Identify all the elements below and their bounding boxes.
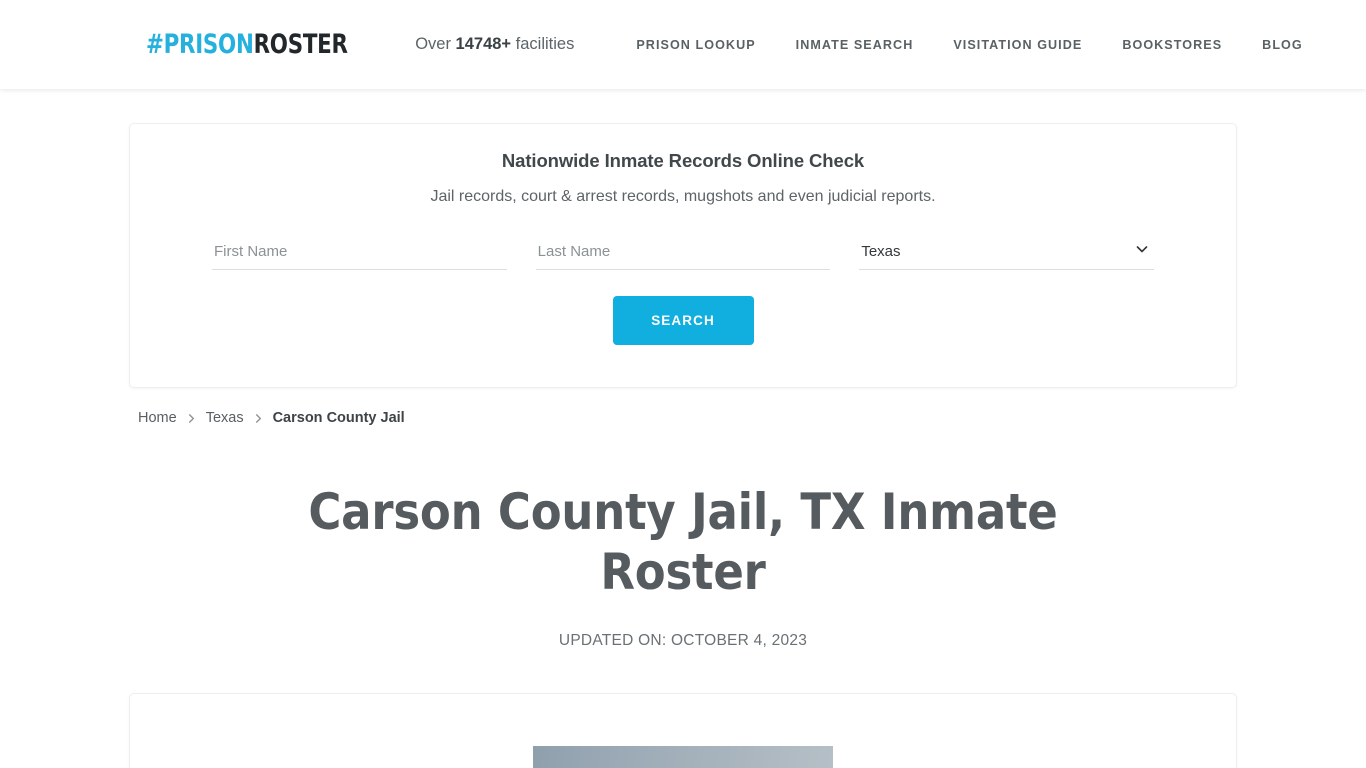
page-title: Carson County Jail, TX Inmate Roster bbox=[308, 483, 1058, 601]
chevron-right-icon bbox=[186, 413, 197, 424]
search-button-row: SEARCH bbox=[160, 296, 1206, 345]
nav-item-blog[interactable]: BLOG bbox=[1242, 38, 1323, 52]
nav-item-inmate-search[interactable]: INMATE SEARCH bbox=[776, 38, 934, 52]
page-body: Nationwide Inmate Records Online Check J… bbox=[0, 123, 1366, 768]
breadcrumb-item-current: Carson County Jail bbox=[272, 410, 405, 426]
breadcrumb: Home Texas Carson County Jail bbox=[129, 410, 1237, 426]
facility-detail-card bbox=[129, 693, 1237, 768]
site-logo[interactable]: #PRISONROSTER bbox=[146, 31, 348, 58]
last-name-input[interactable] bbox=[535, 239, 831, 270]
facilities-number: 14748+ bbox=[455, 35, 512, 53]
updated-on-text: UPDATED ON: OCTOBER 4, 2023 bbox=[558, 632, 808, 649]
chevron-right-icon-2 bbox=[253, 413, 264, 424]
search-card-subtitle: Jail records, court & arrest records, mu… bbox=[430, 188, 936, 205]
main-navigation: PRISON LOOKUP INMATE SEARCH VISITATION G… bbox=[616, 38, 1322, 52]
facilities-prefix: Over bbox=[415, 35, 456, 53]
nav-item-visitation-guide[interactable]: VISITATION GUIDE bbox=[933, 38, 1102, 52]
content-container: Nationwide Inmate Records Online Check J… bbox=[129, 123, 1237, 768]
state-select[interactable]: Texas bbox=[859, 239, 1155, 270]
logo-suffix: ROSTER bbox=[253, 29, 348, 60]
breadcrumb-item-home[interactable]: Home bbox=[138, 410, 177, 426]
search-fields-row: Texas bbox=[160, 239, 1206, 270]
facilities-count-text: Over 14748+ facilities bbox=[415, 35, 574, 54]
site-header: #PRISONROSTER Over 14748+ facilities PRI… bbox=[0, 0, 1366, 89]
first-name-input[interactable] bbox=[212, 239, 507, 270]
header-inner: #PRISONROSTER Over 14748+ facilities PRI… bbox=[0, 31, 1366, 58]
last-name-field bbox=[535, 239, 831, 270]
search-button[interactable]: SEARCH bbox=[612, 296, 754, 345]
facilities-suffix: facilities bbox=[511, 35, 575, 53]
nav-item-bookstores[interactable]: BOOKSTORES bbox=[1102, 38, 1242, 52]
search-card-title: Nationwide Inmate Records Online Check bbox=[501, 150, 865, 171]
facility-photo bbox=[533, 746, 833, 768]
inmate-search-card: Nationwide Inmate Records Online Check J… bbox=[129, 123, 1237, 388]
state-field: Texas bbox=[859, 239, 1155, 270]
breadcrumb-item-state[interactable]: Texas bbox=[206, 410, 244, 426]
logo-prefix: #PRISON bbox=[146, 29, 254, 60]
first-name-field bbox=[212, 239, 507, 270]
nav-item-prison-lookup[interactable]: PRISON LOOKUP bbox=[616, 38, 775, 52]
